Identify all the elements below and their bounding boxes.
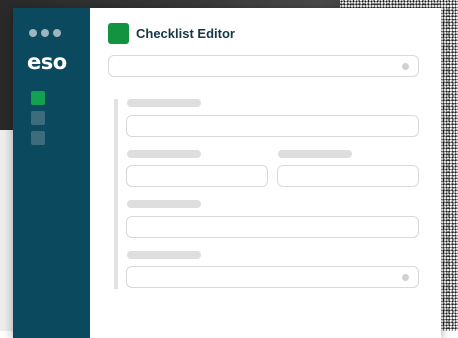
dropdown-knob-icon bbox=[402, 273, 409, 281]
main-content: Checklist Editor bbox=[90, 8, 441, 338]
window-dot-icon[interactable] bbox=[29, 29, 37, 37]
window-dot-icon[interactable] bbox=[41, 29, 49, 37]
form-section-rail bbox=[114, 99, 118, 289]
window-dot-icon[interactable] bbox=[53, 29, 61, 37]
page-header: Checklist Editor bbox=[108, 23, 235, 44]
sidebar-item-3[interactable] bbox=[31, 131, 45, 145]
checklist-select[interactable] bbox=[108, 55, 419, 77]
field-label-placeholder bbox=[127, 150, 201, 158]
sidebar-nav bbox=[31, 91, 45, 145]
page-title: Checklist Editor bbox=[136, 26, 235, 41]
sidebar: eso bbox=[13, 8, 90, 338]
field-label-placeholder bbox=[278, 150, 352, 158]
text-field[interactable] bbox=[126, 216, 419, 238]
app-window: eso Checklist Editor bbox=[13, 8, 441, 338]
select-knob-icon bbox=[402, 62, 409, 70]
field-label-placeholder bbox=[127, 99, 201, 107]
text-field-right[interactable] bbox=[277, 165, 419, 187]
field-label-placeholder bbox=[127, 200, 201, 208]
sidebar-item-checklist[interactable] bbox=[31, 91, 45, 105]
app-icon bbox=[108, 23, 129, 44]
window-controls bbox=[29, 29, 61, 37]
text-field-left[interactable] bbox=[126, 165, 268, 187]
text-field[interactable] bbox=[126, 115, 419, 137]
sidebar-item-2[interactable] bbox=[31, 111, 45, 125]
field-label-placeholder bbox=[127, 251, 201, 259]
brand-logo: eso bbox=[27, 50, 67, 74]
dropdown-field[interactable] bbox=[126, 266, 419, 288]
